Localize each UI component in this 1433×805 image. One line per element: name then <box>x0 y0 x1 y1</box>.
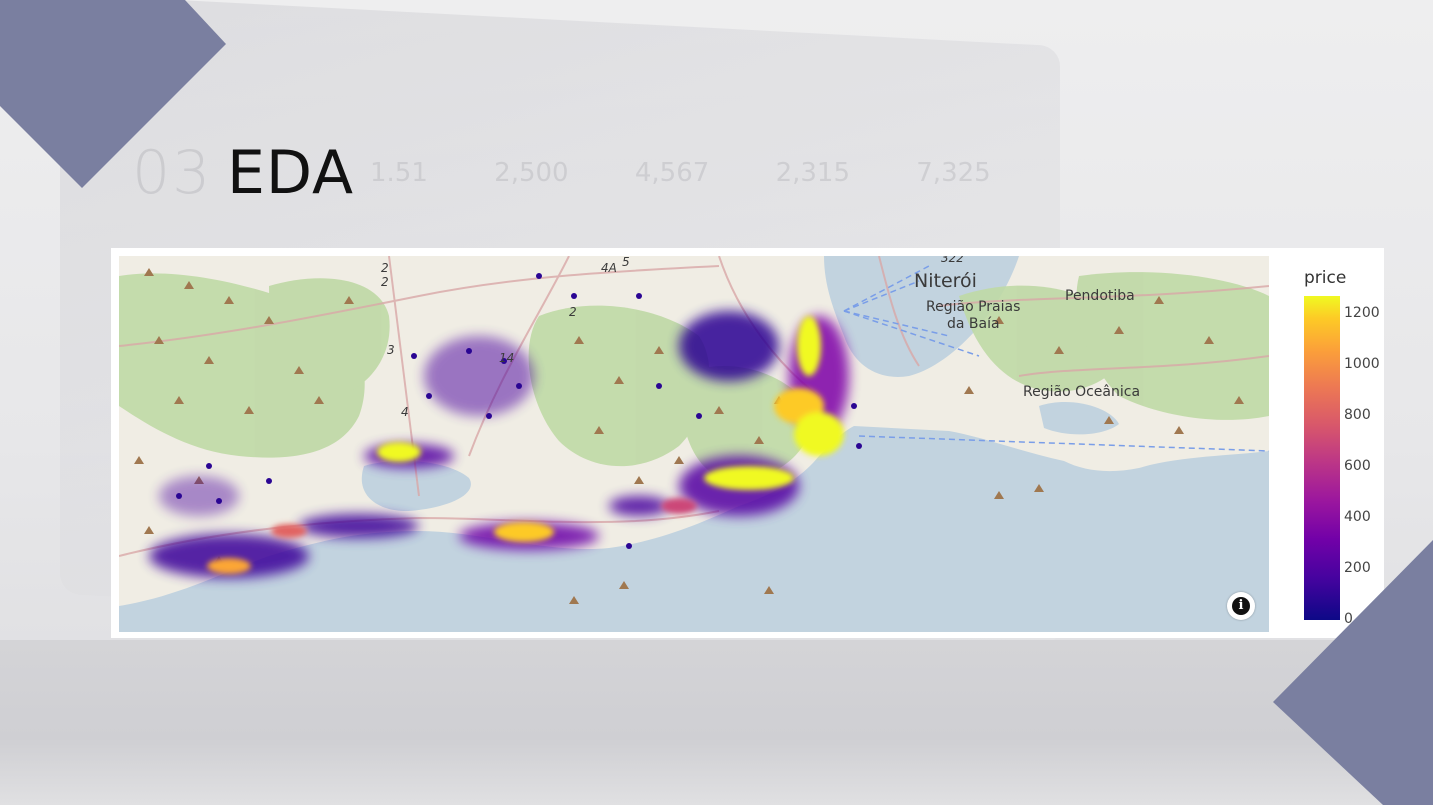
road-number: 4A <box>601 261 617 275</box>
place-label-da-baia: da Baía <box>947 316 1000 332</box>
place-label-pendotiba: Pendotiba <box>1065 288 1135 304</box>
background-figure: 2,315 <box>775 158 850 188</box>
road-number: 3 <box>387 343 395 357</box>
map-attribution-button[interactable]: i <box>1227 592 1255 620</box>
colorbar-tick: 400 <box>1344 509 1371 525</box>
background-figure: 7,325 <box>916 158 991 188</box>
colorbar-title: price <box>1304 268 1347 288</box>
place-label-regiao-oceanica: Região Oceânica <box>1023 384 1140 400</box>
place-label-regiao-praias: Região Praias <box>926 299 1020 315</box>
density-map[interactable]: 2 2 3 4 14 2 4A 5 322 Niterói Região Pra… <box>119 256 1269 632</box>
road-number: 5 <box>622 256 630 269</box>
map-canvas: 2 2 3 4 14 2 4A 5 322 Niterói Região Pra… <box>119 256 1269 606</box>
road-number: 2 <box>381 275 389 289</box>
background-figure: 1.51 <box>370 158 428 188</box>
colorbar-tick: 600 <box>1344 458 1371 474</box>
road-number: 2 <box>381 261 389 275</box>
corner-decoration-bottom-right <box>1273 540 1433 805</box>
background-figure: 2,500 <box>494 158 569 188</box>
place-label-niteroi: Niterói <box>914 270 977 292</box>
corner-decoration-top-left <box>0 0 226 188</box>
info-icon: i <box>1232 597 1250 615</box>
colorbar-tick: 1200 <box>1344 305 1380 321</box>
background-dashboard-figures: 1.51 2,500 4,567 2,315 7,325 <box>370 158 1049 188</box>
background-figure: 4,567 <box>634 158 710 188</box>
road-number: 2 <box>569 305 577 319</box>
colorbar-tick: 1000 <box>1344 356 1380 372</box>
road-number: 4 <box>401 405 409 419</box>
background-keyboard <box>0 640 1433 805</box>
road-number: 14 <box>499 351 514 365</box>
road-number: 322 <box>941 256 964 265</box>
colorbar-tick: 800 <box>1344 407 1371 423</box>
slide-title: EDA <box>227 138 355 208</box>
